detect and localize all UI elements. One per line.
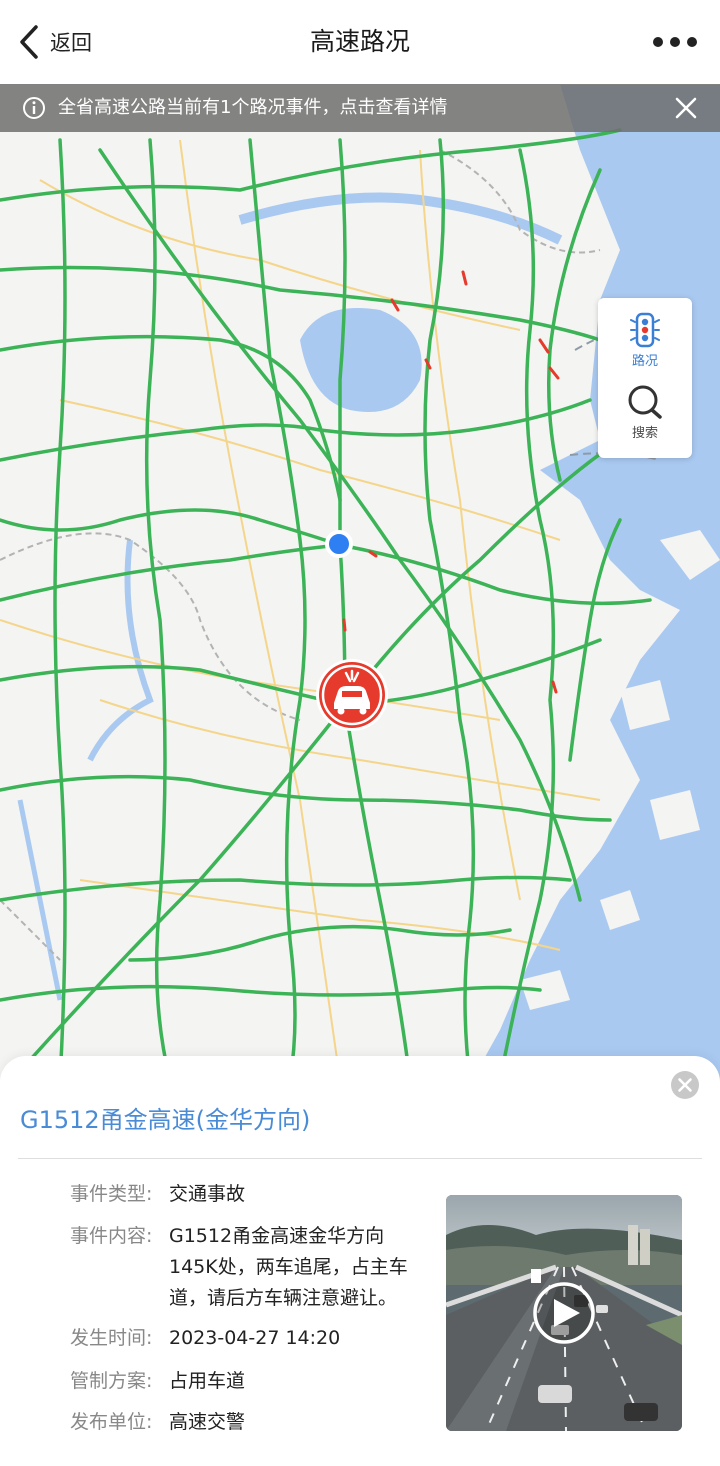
play-icon[interactable] <box>446 1195 682 1431</box>
map-canvas <box>0 84 720 1084</box>
notice-text: 全省高速公路当前有1个路况事件，点击查看详情 <box>58 97 448 118</box>
map-tools-panel: 路况 搜索 <box>598 298 692 458</box>
traffic-toggle-button[interactable]: 路况 <box>598 312 692 388</box>
close-icon[interactable] <box>674 96 698 120</box>
detail-label: 发布单位: <box>70 1411 153 1433</box>
divider <box>18 1158 702 1159</box>
current-location-marker <box>325 530 353 558</box>
traffic-map[interactable] <box>0 84 720 1084</box>
lake-area <box>300 308 422 412</box>
sea-area <box>470 84 720 1084</box>
search-button[interactable]: 搜索 <box>598 384 692 460</box>
road-title: G1512甬金高速(金华方向) <box>20 1106 311 1134</box>
detail-label: 事件内容: <box>70 1225 153 1247</box>
traffic-label: 路况 <box>631 354 658 369</box>
detail-value: G1512甬金高速金华方向145K处，两车追尾，占主车道，请后方车辆注意避让。 <box>169 1225 408 1309</box>
incident-notice-bar[interactable]: 全省高速公路当前有1个路况事件，点击查看详情 <box>0 84 720 132</box>
more-button[interactable] <box>650 26 700 58</box>
detail-label: 事件类型: <box>70 1183 153 1205</box>
info-icon <box>23 97 45 119</box>
detail-label: 发生时间: <box>70 1327 153 1349</box>
more-dots-icon <box>653 37 697 47</box>
close-circle-icon[interactable] <box>670 1070 700 1100</box>
detail-value: 高速交警 <box>169 1411 246 1433</box>
detail-value: 交通事故 <box>169 1183 246 1205</box>
incident-marker <box>316 659 388 731</box>
incident-detail-sheet: G1512甬金高速(金华方向) 事件类型: 交通事故 事件内容: G1512甬金… <box>0 1056 720 1466</box>
traffic-light-icon <box>630 312 660 348</box>
detail-label: 管制方案: <box>70 1370 153 1392</box>
app-header: 返回 高速路况 <box>0 0 720 85</box>
incident-video[interactable] <box>446 1195 682 1431</box>
page-title: 高速路况 <box>309 27 410 56</box>
search-label: 搜索 <box>631 426 658 441</box>
detail-value: 2023-04-27 14:20 <box>169 1327 341 1349</box>
detail-value: 占用车道 <box>169 1370 246 1392</box>
search-icon <box>628 385 662 419</box>
